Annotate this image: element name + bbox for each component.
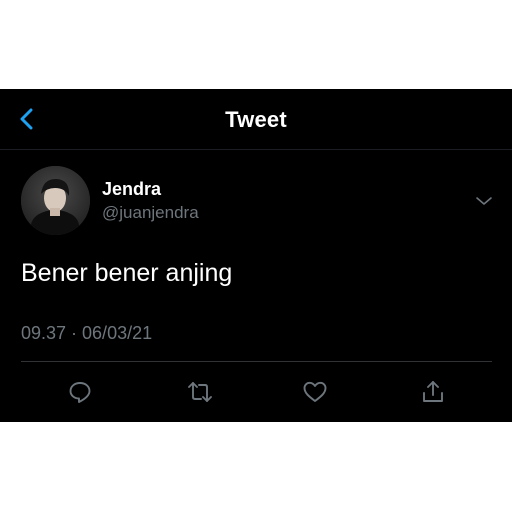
tweet-detail-screen: Tweet Jendra @juanjendra Bener bener anj… — [0, 89, 512, 422]
retweet-button[interactable] — [186, 378, 214, 406]
tweet-text: Bener bener anjing — [21, 259, 233, 287]
share-icon — [423, 381, 443, 402]
like-button[interactable] — [301, 378, 329, 406]
avatar[interactable] — [21, 166, 90, 235]
comment-icon — [69, 382, 91, 403]
chevron-down-icon — [476, 197, 492, 205]
avatar-image — [21, 166, 90, 235]
top-bar: Tweet — [0, 89, 512, 150]
more-options-button[interactable] — [474, 193, 494, 209]
share-button[interactable] — [419, 378, 447, 406]
tweet-timestamp: 09.37 · 06/03/21 — [21, 323, 153, 343]
display-name[interactable]: Jendra — [102, 179, 161, 200]
page-title: Tweet — [225, 107, 287, 132]
reply-button[interactable] — [66, 378, 94, 406]
user-handle[interactable]: @juanjendra — [102, 203, 199, 223]
divider — [21, 361, 492, 362]
retweet-icon — [188, 382, 212, 402]
heart-icon — [303, 381, 327, 402]
